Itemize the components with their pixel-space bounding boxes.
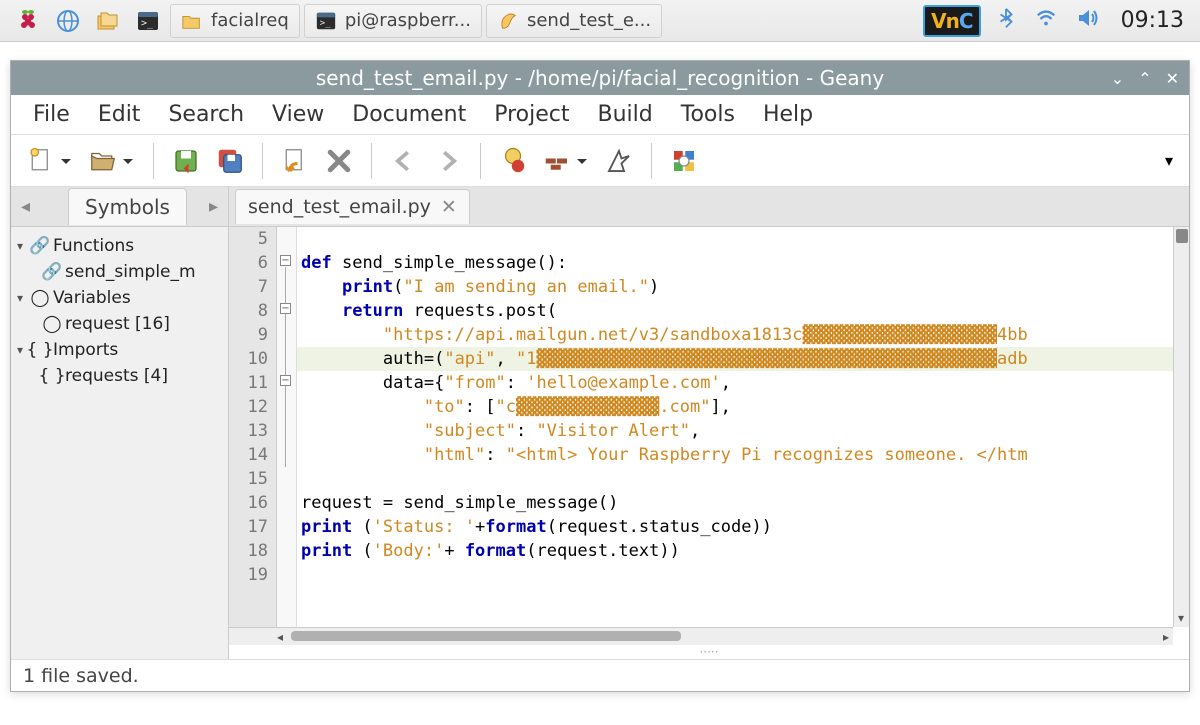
geany-window: send_test_email.py - /home/pi/facial_rec… bbox=[10, 60, 1190, 692]
svg-text:>_: >_ bbox=[319, 17, 331, 28]
tree-group-variables[interactable]: ▾◯Variables bbox=[15, 285, 224, 311]
editor-tab-label: send_test_email.py bbox=[248, 196, 431, 218]
window-maximize-icon[interactable]: ⌃ bbox=[1138, 69, 1151, 88]
bluetooth-icon[interactable] bbox=[995, 4, 1017, 37]
taskbar-task-facialreq[interactable]: facialreq bbox=[170, 4, 300, 38]
open-file-button[interactable] bbox=[83, 141, 123, 181]
fold-marker-icon[interactable]: − bbox=[280, 255, 291, 266]
fold-column[interactable]: − − − bbox=[277, 227, 297, 645]
toolbar: ▾ bbox=[11, 135, 1189, 187]
symbol-tree: ▾🔗Functions 🔗send_simple_m ▾◯Variables ◯… bbox=[11, 227, 228, 659]
system-taskbar: >_ facialreq >_ pi@raspberr... send_test… bbox=[0, 0, 1200, 42]
svg-text:>_: >_ bbox=[141, 18, 154, 29]
window-titlebar[interactable]: send_test_email.py - /home/pi/facial_rec… bbox=[11, 61, 1189, 95]
splitter-handle[interactable]: ····· bbox=[229, 645, 1189, 659]
new-file-button[interactable] bbox=[21, 141, 61, 181]
tree-group-imports[interactable]: ▾{ }Imports bbox=[15, 337, 224, 363]
window-close-icon[interactable]: ✕ bbox=[1166, 69, 1179, 88]
compile-button[interactable] bbox=[493, 141, 533, 181]
import-group-icon: { } bbox=[31, 340, 49, 360]
taskbar-clock[interactable]: 09:13 bbox=[1121, 8, 1184, 33]
nav-back-button[interactable] bbox=[384, 141, 424, 181]
color-chooser-button[interactable] bbox=[664, 141, 704, 181]
terminal-icon[interactable]: >_ bbox=[130, 4, 166, 38]
close-file-button[interactable] bbox=[319, 141, 359, 181]
menu-tools[interactable]: Tools bbox=[667, 98, 749, 131]
sidebar-tab-left-icon[interactable]: ◂ bbox=[11, 196, 40, 217]
window-title: send_test_email.py - /home/pi/facial_rec… bbox=[316, 66, 884, 90]
sidebar: ◂ Symbols ▸ ▾🔗Functions 🔗send_simple_m ▾… bbox=[11, 187, 229, 659]
menu-build[interactable]: Build bbox=[584, 98, 667, 131]
toolbar-overflow-icon[interactable]: ▾ bbox=[1159, 141, 1179, 181]
menu-search[interactable]: Search bbox=[154, 98, 258, 131]
sidebar-tab-symbols[interactable]: Symbols bbox=[68, 188, 187, 225]
tree-item-send-simple[interactable]: 🔗send_simple_m bbox=[15, 259, 224, 285]
editor-tab[interactable]: send_test_email.py ✕ bbox=[235, 189, 470, 224]
raspberry-menu-icon[interactable] bbox=[10, 4, 46, 38]
tree-item-requests[interactable]: { }requests [4] bbox=[15, 363, 224, 389]
horizontal-scrollbar[interactable]: ◂▸ bbox=[229, 627, 1173, 645]
taskbar-task-label: pi@raspberr... bbox=[345, 10, 471, 31]
menu-document[interactable]: Document bbox=[338, 98, 480, 131]
function-icon: 🔗 bbox=[43, 262, 61, 282]
status-bar: 1 file saved. bbox=[11, 659, 1189, 691]
save-button[interactable] bbox=[166, 141, 206, 181]
fold-marker-icon[interactable]: − bbox=[280, 303, 291, 314]
taskbar-task-geany[interactable]: send_test_e... bbox=[486, 4, 662, 38]
volume-icon[interactable] bbox=[1075, 6, 1101, 35]
function-group-icon: 🔗 bbox=[31, 236, 49, 256]
editor-area: send_test_email.py ✕ 5678910111213141516… bbox=[229, 187, 1189, 659]
tree-group-functions[interactable]: ▾🔗Functions bbox=[15, 233, 224, 259]
sidebar-tab-right-icon[interactable]: ▸ bbox=[199, 196, 228, 217]
menu-bar: File Edit Search View Document Project B… bbox=[11, 95, 1189, 135]
menu-file[interactable]: File bbox=[19, 98, 84, 131]
taskbar-task-label: send_test_e... bbox=[527, 10, 651, 31]
import-icon: { } bbox=[43, 366, 61, 386]
file-manager-icon[interactable] bbox=[90, 4, 126, 38]
taskbar-task-terminal[interactable]: >_ pi@raspberr... bbox=[304, 4, 482, 38]
web-browser-icon[interactable] bbox=[50, 4, 86, 38]
menu-edit[interactable]: Edit bbox=[84, 98, 155, 131]
revert-button[interactable] bbox=[275, 141, 315, 181]
save-all-button[interactable] bbox=[210, 141, 250, 181]
menu-view[interactable]: View bbox=[258, 98, 338, 131]
wifi-icon[interactable] bbox=[1033, 7, 1059, 34]
run-button[interactable] bbox=[599, 141, 639, 181]
code-editor[interactable]: def send_simple_message(): print("I am s… bbox=[297, 227, 1189, 645]
variable-icon: ◯ bbox=[43, 314, 61, 334]
fold-marker-icon[interactable]: − bbox=[280, 375, 291, 386]
nav-forward-button[interactable] bbox=[428, 141, 468, 181]
line-number-gutter[interactable]: 5678910111213141516171819 bbox=[229, 227, 277, 645]
build-button[interactable] bbox=[537, 141, 577, 181]
variable-group-icon: ◯ bbox=[31, 288, 49, 308]
taskbar-task-label: facialreq bbox=[211, 10, 289, 31]
tree-item-request[interactable]: ◯request [16] bbox=[15, 311, 224, 337]
window-minimize-icon[interactable]: ⌄ bbox=[1111, 69, 1124, 88]
vertical-scrollbar[interactable]: ▾ bbox=[1173, 227, 1189, 627]
vnc-icon[interactable]: VnC bbox=[923, 5, 980, 37]
menu-help[interactable]: Help bbox=[749, 98, 827, 131]
menu-project[interactable]: Project bbox=[480, 98, 583, 131]
status-message: 1 file saved. bbox=[23, 665, 139, 687]
editor-tab-close-icon[interactable]: ✕ bbox=[441, 196, 457, 218]
